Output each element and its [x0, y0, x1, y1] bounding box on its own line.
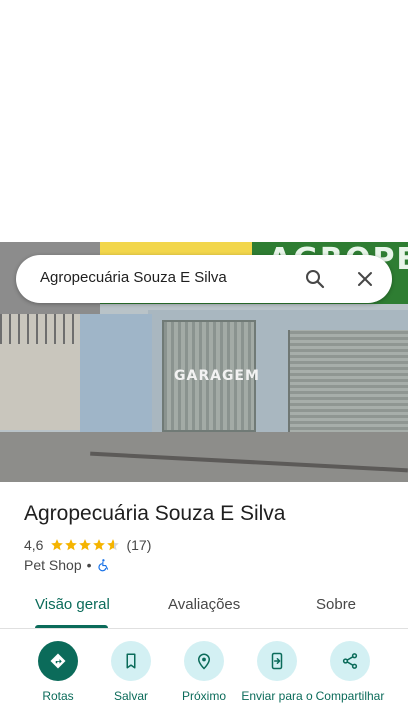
- separator: •: [86, 557, 92, 573]
- tab-overview[interactable]: Visão geral: [35, 596, 110, 613]
- wheelchair-accessible-icon: [97, 559, 108, 572]
- tab-about[interactable]: Sobre: [316, 596, 356, 613]
- nearby-button[interactable]: Próximo: [164, 641, 244, 703]
- tab-reviews[interactable]: Avaliações: [168, 596, 240, 613]
- share-icon: [342, 653, 358, 669]
- garage-door: GARAGEM: [162, 320, 259, 432]
- star-icon: [65, 539, 78, 551]
- close-icon[interactable]: [353, 267, 377, 291]
- star-icon: [51, 539, 64, 551]
- rating-value: 4,6: [24, 537, 44, 553]
- directions-label: Rotas: [42, 689, 74, 703]
- directions-icon: [50, 653, 66, 669]
- search-icon[interactable]: [303, 267, 327, 291]
- star-icon: [79, 539, 92, 551]
- send-icon-circle[interactable]: [257, 641, 297, 681]
- rating-row[interactable]: 4,6 (17): [24, 536, 151, 554]
- fence: [0, 314, 82, 344]
- half-star-icon: [107, 539, 120, 551]
- save-label: Salvar: [113, 689, 148, 703]
- nearby-label: Próximo: [181, 689, 226, 703]
- directions-button[interactable]: Rotas: [18, 641, 98, 703]
- search-bar[interactable]: Agropecuária Souza E Silva: [16, 255, 392, 303]
- save-button[interactable]: Salvar: [91, 641, 171, 703]
- search-input[interactable]: Agropecuária Souza E Silva: [40, 269, 227, 286]
- sign-banner: [92, 242, 252, 256]
- nearby-icon: [197, 653, 211, 670]
- category-row: Pet Shop •: [24, 557, 111, 573]
- nearby-icon-circle[interactable]: [184, 641, 224, 681]
- pillar: [80, 314, 152, 440]
- send-to-phone-icon: [271, 652, 283, 670]
- bookmark-icon: [126, 653, 136, 669]
- directions-icon-circle[interactable]: [38, 641, 78, 681]
- share-icon-circle[interactable]: [330, 641, 370, 681]
- active-tab-indicator: [35, 625, 108, 628]
- garage-label: GARAGEM: [174, 368, 260, 384]
- shop-shutter: [288, 330, 408, 436]
- save-icon-circle[interactable]: [111, 641, 151, 681]
- reviews-count: (17): [126, 537, 152, 553]
- share-label: Compartilhar: [315, 689, 385, 703]
- place-category: Pet Shop: [24, 557, 82, 573]
- send-label: Enviar para o: [241, 689, 313, 703]
- star-icon: [93, 539, 106, 551]
- send-to-phone-button[interactable]: Enviar para o: [237, 641, 317, 703]
- share-button[interactable]: Compartilhar: [310, 641, 390, 703]
- map-area-blank: [0, 0, 408, 242]
- star-rating: [50, 538, 120, 552]
- tab-bar: Visão geral Avaliações Sobre: [0, 582, 408, 629]
- place-title: Agropecuária Souza E Silva: [24, 502, 286, 525]
